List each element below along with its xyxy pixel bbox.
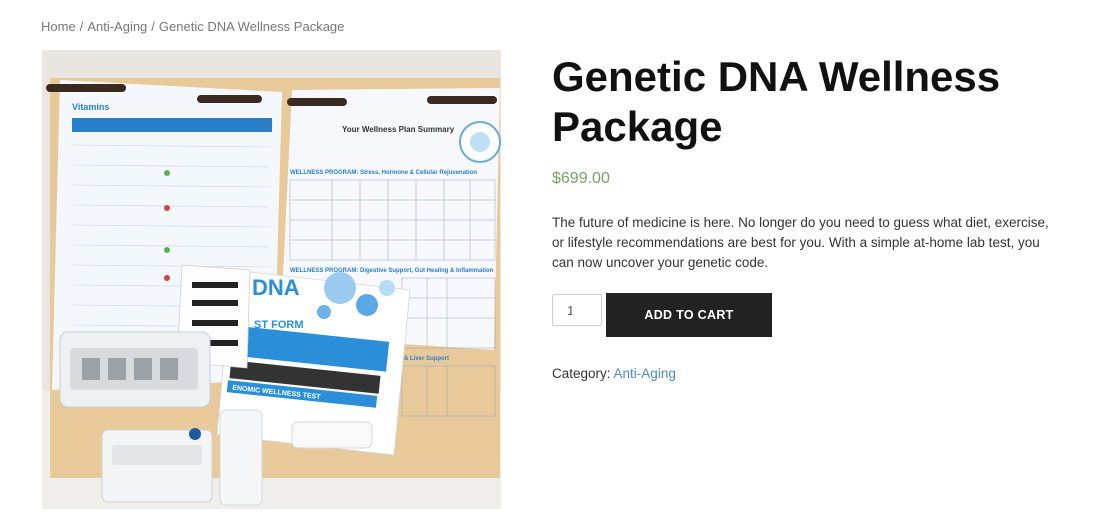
breadcrumb: Home / Anti-Aging / Genetic DNA Wellness Pac… [41,19,344,34]
category-link[interactable]: Anti-Aging [614,366,676,381]
folder-left-heading: Vitamins [72,102,109,112]
wellness-program-3: & Liver Support [404,356,449,362]
product-photo-illustration: Vitamins Your Wellness Plan Summary WELL… [42,50,501,509]
add-to-cart-button[interactable]: ADD TO CART [606,293,772,337]
breadcrumb-home-link[interactable]: Home [41,19,76,34]
folder-right-heading: Your Wellness Plan Summary [342,125,455,134]
breadcrumb-separator: / [151,19,155,34]
product-price: $699.00 [552,170,610,187]
product-title: Genetic DNA Wellness Package [552,53,1001,150]
product-description: The future of medicine is here. No longe… [552,215,1049,270]
kit-brand-text: DNA [252,275,300,300]
quantity-input[interactable] [552,294,602,326]
product-category: Category: Anti-Aging [552,366,676,381]
product-image[interactable]: Vitamins Your Wellness Plan Summary WELL… [42,50,501,509]
wellness-program-1: WELLNESS PROGRAM: Stress, Hormone & Cell… [290,170,477,176]
category-label: Category: [552,366,611,381]
breadcrumb-current: Genetic DNA Wellness Package [158,19,345,34]
wellness-program-2: WELLNESS PROGRAM: Digestive Support, Gut… [290,268,494,274]
breadcrumb-separator: / [79,19,84,34]
breadcrumb-category-link[interactable]: Anti-Aging [87,19,147,34]
